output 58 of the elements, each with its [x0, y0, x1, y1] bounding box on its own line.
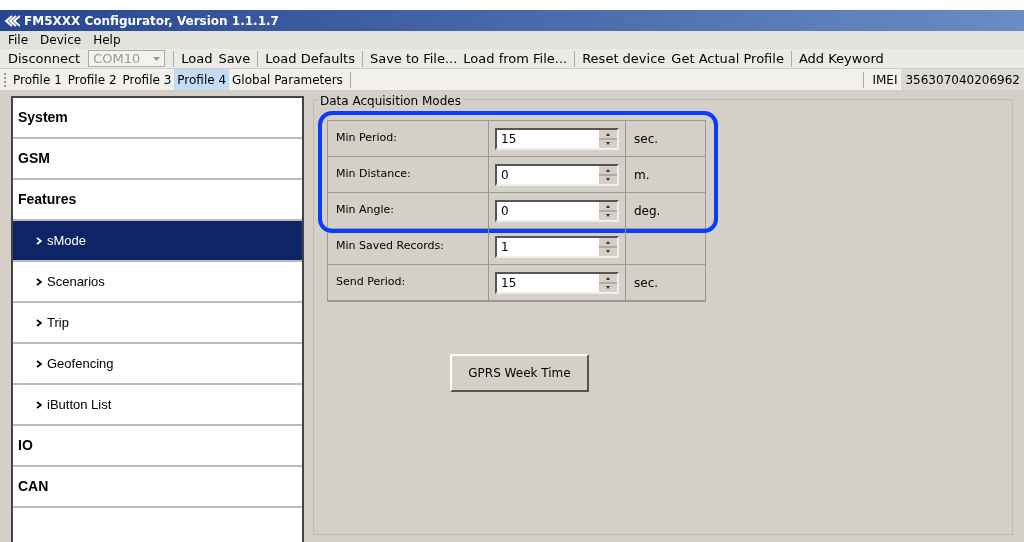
- toolbar-button[interactable]: Reset device: [579, 48, 669, 69]
- chevron-icon: [36, 318, 42, 327]
- toolbar-button[interactable]: Get Actual Profile: [668, 48, 787, 69]
- field-label: Min Period:: [328, 121, 489, 156]
- toolbar-button[interactable]: Save to File...: [366, 48, 461, 69]
- spin-arrows-icon[interactable]: [599, 201, 617, 220]
- unit-label: m.: [634, 166, 650, 184]
- spin-field[interactable]: 15: [495, 127, 619, 150]
- toolbar-button[interactable]: Load from File...: [460, 48, 571, 69]
- menu-item[interactable]: File: [8, 31, 29, 49]
- spin-arrows-icon[interactable]: [599, 273, 617, 292]
- app-logo-icon: [4, 14, 20, 27]
- toolbar-button[interactable]: Load: [178, 48, 216, 69]
- sidebar-subitem-label: Geofencing: [47, 354, 114, 373]
- window-title: FM5XXX Configurator, Version 1.1.1.7: [24, 12, 279, 30]
- chevron-icon: [36, 359, 42, 368]
- spin-field[interactable]: 0: [495, 199, 619, 222]
- chevron-icon: [36, 277, 42, 286]
- field-label: Min Angle:: [328, 193, 489, 228]
- sidebar-subitem-label: Scenarios: [47, 272, 105, 291]
- unit-label: deg.: [634, 202, 661, 220]
- field-label: Send Period:: [328, 265, 489, 300]
- spin-arrows-icon[interactable]: [599, 129, 617, 148]
- spin-field[interactable]: 1: [495, 235, 619, 258]
- sidebar-item[interactable]: GSM: [13, 139, 302, 180]
- caret-icon: [153, 56, 161, 61]
- sidebar-subitem-label: sMode: [47, 231, 87, 250]
- menu-item[interactable]: Device: [40, 31, 82, 49]
- profile-tab[interactable]: Profile 2: [64, 69, 120, 90]
- sidebar-item[interactable]: CAN: [13, 467, 302, 508]
- toolbar-button[interactable]: Load Defaults: [262, 48, 358, 69]
- disconnect-button[interactable]: Disconnect: [4, 48, 85, 69]
- sidebar-subitem[interactable]: sMode: [13, 221, 302, 262]
- gprs-week-time-button[interactable]: GPRS Week Time: [450, 354, 589, 392]
- sidebar-item[interactable]: IO: [13, 426, 302, 467]
- toolbar-button[interactable]: Save: [215, 48, 254, 69]
- sidebar-subitem-label: Trip: [47, 313, 69, 332]
- sidebar-item[interactable]: System: [13, 98, 302, 139]
- spin-arrows-icon[interactable]: [599, 165, 617, 184]
- profile-tab[interactable]: Profile 4: [174, 69, 230, 90]
- sidebar-subitem-label: iButton List: [47, 395, 112, 414]
- group-title: Data Acquisition Modes: [318, 92, 463, 110]
- imei-value: 356307040206962: [901, 69, 1024, 90]
- spin-field[interactable]: 15: [495, 271, 619, 294]
- spin-arrows-icon[interactable]: [599, 237, 617, 256]
- field-label: Min Distance:: [328, 157, 489, 192]
- profile-tab[interactable]: Global Parameters: [229, 69, 346, 90]
- unit-label: sec.: [634, 130, 659, 148]
- menu-item[interactable]: Help: [93, 31, 121, 49]
- chevron-icon: [36, 236, 42, 245]
- spin-field[interactable]: 0: [495, 163, 619, 186]
- toolbar-button[interactable]: Add Keyword: [795, 48, 887, 69]
- chevron-icon: [36, 400, 42, 409]
- imei-label: IMEI: [871, 71, 899, 89]
- field-label: Min Saved Records:: [328, 229, 489, 264]
- profile-tab[interactable]: Profile 1: [10, 69, 65, 90]
- profile-tab[interactable]: Profile 3: [119, 69, 175, 90]
- unit-label: sec.: [634, 274, 659, 292]
